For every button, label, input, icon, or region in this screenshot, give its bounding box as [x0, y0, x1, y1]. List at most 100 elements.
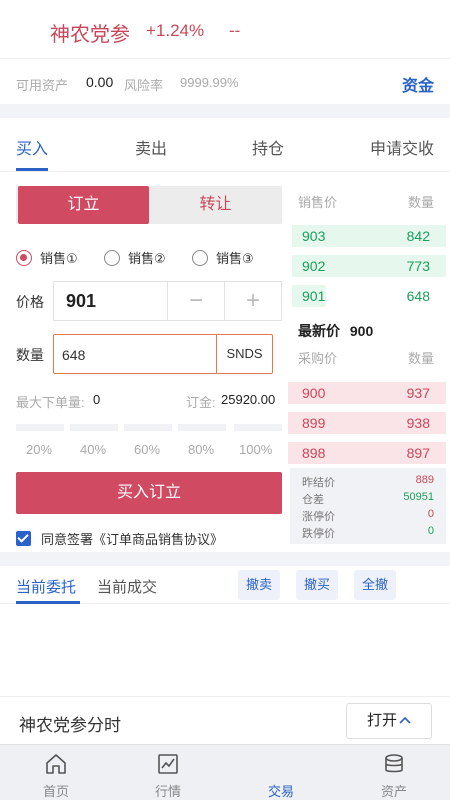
risk-label: 风险率 — [124, 78, 164, 93]
price-input[interactable]: 901 — [66, 291, 96, 312]
percent-segment[interactable] — [178, 424, 226, 431]
tab-positions[interactable]: 持仓 — [252, 135, 284, 159]
stat-value: 889 — [415, 474, 434, 486]
qty-label: 数量 — [16, 347, 44, 363]
available-label: 可用资产 — [16, 78, 69, 93]
percent-100[interactable]: 100% — [239, 442, 272, 457]
stat-value: 0 — [427, 525, 434, 537]
tab-current-deals[interactable]: 当前成交 — [97, 576, 157, 597]
buy-open-button[interactable]: 买入订立 — [16, 472, 282, 514]
sell-level[interactable]: 902 773 — [288, 255, 446, 277]
product-name: 神农党参 — [50, 24, 130, 46]
tab-sell[interactable]: 卖出 — [135, 135, 167, 159]
price-plus-button[interactable]: + — [224, 282, 281, 320]
qty-field[interactable]: 648 SNDS — [53, 334, 273, 374]
buy-price: 900 — [302, 385, 326, 401]
trade-tabs: 买入 卖出 持仓 申请交收 — [0, 118, 450, 172]
stat-settle: 昨结价 889 — [302, 474, 434, 490]
buy-level[interactable]: 899 938 — [288, 412, 446, 434]
agreement-checkbox[interactable]: 同意签署《订单商品销售协议》 — [16, 529, 223, 548]
sell-qty: 773 — [406, 258, 430, 274]
nav-home[interactable]: 首页 — [0, 745, 112, 800]
cancel-buy-button[interactable]: 撤买 — [296, 570, 339, 600]
tab-underline — [16, 168, 48, 171]
divider — [0, 552, 450, 566]
percent-20[interactable]: 20% — [26, 442, 52, 457]
risk-value: 9999.99% — [180, 75, 239, 90]
tab-delivery[interactable]: 申请交收 — [370, 135, 434, 159]
percent-segment[interactable] — [16, 424, 64, 431]
open-label: 打开 — [366, 712, 397, 729]
price-minus-button[interactable]: − — [167, 282, 224, 320]
sell-level[interactable]: 903 842 — [288, 225, 446, 247]
home-icon — [46, 754, 66, 774]
radio-seller-1[interactable]: 销售① — [16, 248, 78, 267]
sell-qty-header: 数量 — [407, 195, 434, 210]
nav-label: 交易 — [267, 784, 294, 799]
tab-current-orders[interactable]: 当前委托 — [16, 576, 76, 597]
cancel-sell-button[interactable]: 撤卖 — [238, 570, 281, 600]
radio-seller-2[interactable]: 销售② — [104, 248, 166, 267]
toggle-transfer-button[interactable]: 转让 — [149, 186, 282, 224]
sell-qty: 648 — [406, 288, 430, 304]
stat-open-interest-diff: 仓差 50951 — [302, 491, 434, 507]
intraday-title: 神农党参分时 — [19, 716, 121, 735]
price-stats: 昨结价 889 仓差 50951 涨停价 0 跌停价 0 — [290, 468, 446, 544]
change-placeholder: -- — [229, 21, 241, 40]
stat-limit-down: 跌停价 0 — [302, 525, 434, 541]
stat-label: 昨结价 — [302, 477, 335, 489]
percent-segment[interactable] — [70, 424, 118, 431]
fund-link[interactable]: 资金 — [402, 72, 434, 96]
buy-qty: 938 — [406, 415, 430, 431]
max-order-label: 最大下单量: — [16, 395, 85, 410]
toggle-open-button[interactable]: 订立 — [18, 186, 149, 224]
price-change: +1.24% — [146, 21, 205, 40]
buy-qty-header: 数量 — [407, 351, 434, 366]
percent-segment[interactable] — [234, 424, 282, 431]
cancel-all-button[interactable]: 全撤 — [354, 570, 397, 600]
stat-limit-up: 涨停价 0 — [302, 508, 434, 524]
qty-input[interactable]: 648 — [62, 347, 85, 363]
buy-level[interactable]: 900 937 — [288, 382, 446, 404]
open-chart-button[interactable]: 打开 — [346, 703, 432, 739]
sell-level[interactable]: 901 648 — [288, 285, 446, 307]
sell-price-header: 销售价 — [298, 195, 338, 210]
nav-trade[interactable]: 交易 — [225, 745, 337, 800]
buy-price: 899 — [302, 415, 326, 431]
nav-label: 首页 — [42, 784, 69, 799]
percent-slider[interactable] — [16, 424, 282, 432]
radio-label: 销售③ — [216, 251, 254, 266]
nav-label: 资产 — [380, 784, 407, 799]
agreement-text[interactable]: 同意签署《订单商品销售协议》 — [41, 529, 223, 548]
percent-segment[interactable] — [124, 424, 172, 431]
tab-buy[interactable]: 买入 — [16, 135, 48, 159]
qty-unit: SNDS — [216, 335, 272, 373]
divider — [0, 104, 450, 118]
radio-unchecked-icon — [104, 249, 120, 266]
buy-level[interactable]: 898 897 — [288, 442, 446, 464]
radio-seller-3[interactable]: 销售③ — [192, 248, 254, 267]
percent-60[interactable]: 60% — [134, 442, 160, 457]
percent-40[interactable]: 40% — [80, 442, 106, 457]
buy-price: 898 — [302, 445, 326, 461]
percent-labels: 20% 40% 60% 80% 100% — [16, 442, 282, 460]
buy-qty: 937 — [406, 385, 430, 401]
chevron-up-icon — [399, 704, 411, 738]
chart-icon — [158, 754, 178, 774]
deposit-value: 25920.00 — [221, 392, 276, 407]
nav-assets[interactable]: 资产 — [338, 745, 450, 800]
stat-value: 0 — [427, 508, 434, 520]
radio-checked-icon — [16, 249, 32, 266]
sell-price: 902 — [302, 258, 326, 274]
radio-unchecked-icon — [192, 249, 208, 266]
buy-qty: 897 — [406, 445, 430, 461]
price-label: 价格 — [16, 294, 44, 310]
percent-80[interactable]: 80% — [188, 442, 214, 457]
stat-value: 50951 — [403, 491, 434, 503]
intraday-chart-bar: 神农党参分时 打开 — [0, 696, 450, 744]
nav-market[interactable]: 行情 — [112, 745, 224, 800]
checkbox-checked-icon[interactable] — [16, 531, 31, 546]
available-value: 0.00 — [86, 74, 114, 90]
latest-price-value: 900 — [349, 323, 374, 339]
price-stepper: 901 − + — [53, 281, 282, 321]
